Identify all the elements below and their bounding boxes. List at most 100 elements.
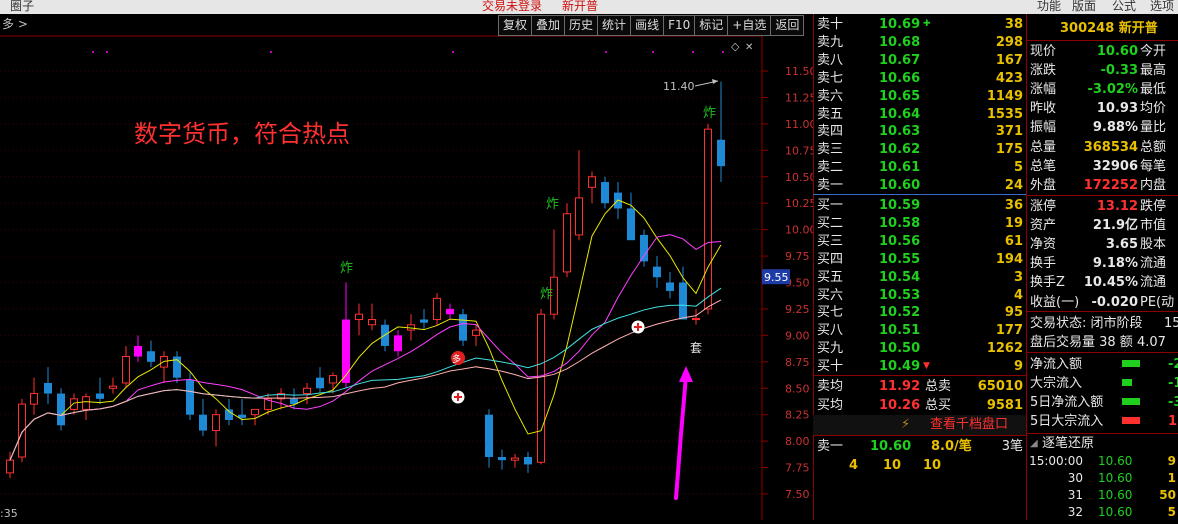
candle-body-up [18,403,26,458]
menu-item-layout[interactable]: 版面 [1072,0,1096,14]
ma20-line [9,287,722,461]
quote-info-panel: 300248 新开普 现价 10.60 今开 涨跌 -0.33 最高 涨幅 -3.02% 最低昨… [1026,14,1178,520]
mark-button[interactable]: 标记 [695,15,729,36]
trade-status-tail: 15 [1164,316,1178,331]
ask-level-row[interactable]: 卖二 10.61 5 [813,158,1026,177]
ask-level-row[interactable]: 卖八 10.67 167 [813,51,1026,70]
menu-item-options[interactable]: 选项 [1150,0,1174,14]
stat-label: 涨幅 [1030,82,1057,98]
back-button[interactable]: 返回 [771,15,805,36]
flow-value: -3 [1168,395,1178,410]
candle-body-down [524,456,532,465]
level-price: 10.62 [879,142,921,158]
ask-level-row[interactable]: 卖三 10.62 175 [813,140,1026,159]
flow-value: 1 [1168,414,1178,429]
candle-body-up [30,393,38,405]
stat-label: 涨停 [1030,199,1057,214]
ask-level-row[interactable]: 卖十 10.69 ✚ 38 [813,15,1026,34]
stat-label: 换手Z [1030,275,1065,291]
bid-level-row[interactable]: 买六 10.53 4 [813,286,1026,305]
signal-dot [652,51,654,53]
bid-level-row[interactable]: 买四 10.55 194 [813,250,1026,269]
level-volume: 423 [995,70,1023,86]
price-tick-label: 7.75 [785,462,810,475]
stat-label-right: 最高 [1140,63,1167,79]
stat-value: 9.18% [1092,256,1138,272]
expand-triangle-icon[interactable]: ◢ [1030,434,1038,453]
bid-level-row[interactable]: 买一 10.59 36 [813,196,1026,215]
draw-line-button[interactable]: 画线 [631,15,665,36]
level-label: 卖八 [817,52,844,68]
level-volume: 371 [995,124,1023,140]
level-label: 买八 [817,323,844,339]
statistics-button[interactable]: 统计 [598,15,632,36]
queue-row: 4 10 10 [813,456,1026,475]
plus-signal-bar-v [457,393,459,401]
depth-view-bar[interactable]: ⚡ 查看千档盘口 [813,415,1026,435]
view-depth-button[interactable]: 查看千档盘口 [930,415,1008,434]
kline-chart[interactable]: 11.50 11.25 11.00 10.75 10.50 10.25 10.00 9.75 9… [0,14,817,520]
price-tick-label: 10.25 [785,197,813,210]
menu-item-formula[interactable]: 公式 [1112,0,1136,14]
stat-row: 涨幅 -3.02% 最低 [1026,80,1178,99]
candle-body-up [368,319,376,326]
bid-level-row[interactable]: 买三 10.56 61 [813,232,1026,251]
bid-level-row[interactable]: 买七 10.52 95 [813,303,1026,322]
chart-toolbar: 复权 叠加 历史 统计 画线 F10 标记 +自选 返回 [498,15,805,36]
bid-level-row[interactable]: 买九 10.50 1262 [813,339,1026,358]
bid-level-row[interactable]: 买十 10.49 ▼ 9 [813,357,1026,376]
level-price: 10.58 [879,215,921,231]
history-button[interactable]: 历史 [565,15,599,36]
overlay-button[interactable]: 叠加 [532,15,566,36]
menu-item-function[interactable]: 功能 [1037,0,1061,14]
ask-level-row[interactable]: 卖四 10.63 371 [813,122,1026,141]
ask-level-row[interactable]: 卖七 10.66 423 [813,69,1026,88]
stat-label: 总量 [1030,139,1057,155]
zha-signal-mark: 炸 [340,261,353,276]
login-status[interactable]: 交易未登录 [482,0,542,14]
flow-label: 5日大宗流入 [1030,414,1104,429]
price-tick-label: 10.50 [785,171,813,184]
candle-body-down [679,282,687,320]
order-book: 卖十 10.69 ✚ 38 卖九 10.68 298 卖八 10.67 167 卖七 10.66 423… [813,14,1026,520]
current-price-label: 9.55 [764,271,789,284]
bid-level-row[interactable]: 买五 10.54 3 [813,268,1026,287]
ask-level-row[interactable]: 卖一 10.60 24 [813,176,1026,195]
price-tick-label: 11.50 [785,65,813,78]
price-tick-label: 8.50 [785,382,810,395]
adjust-button[interactable]: 复权 [498,15,533,36]
price-tick-label: 9.25 [785,303,810,316]
flow-bar [1122,398,1140,405]
ma10-line [9,234,722,461]
add-favorite-button[interactable]: +自选 [728,15,772,36]
kline-canvas[interactable]: 11.50 11.25 11.00 10.75 10.50 10.25 10.00 9.75 9… [0,14,817,520]
level-volume: 177 [995,323,1023,339]
level-volume: 24 [1004,178,1023,194]
ask-level-row[interactable]: 卖五 10.64 1535 [813,105,1026,124]
menu-item-circle[interactable]: 圈子 [10,0,34,14]
level-label: 买六 [817,287,844,303]
stat-label: 昨收 [1030,101,1057,117]
flow-bar [1122,417,1140,424]
plus-signal-bar-v [637,323,639,331]
candle-body-up [575,197,583,236]
ask-level-row[interactable]: 卖九 10.68 298 [813,33,1026,52]
layout-switch-label: 多 > [2,17,28,31]
tick-count: 3笔 [1001,439,1023,454]
tick-label: 卖一 [817,439,844,454]
stat-label: 收益(一) [1030,294,1080,310]
stat-row: 换手 9.18% 流通 [1026,254,1178,273]
f10-button[interactable]: F10 [664,15,696,36]
level-volume: 5 [1013,160,1023,176]
candle-body-down [44,382,52,394]
tick-header-row[interactable]: ◢ 逐笔还原 [1026,434,1178,453]
tick-time: 32 [1067,505,1083,519]
candle-body-up [109,385,117,389]
level-price: 10.65 [879,88,921,104]
bid-level-row[interactable]: 买二 10.58 19 [813,214,1026,233]
stat-label-right: PE(动 [1140,294,1175,310]
bid-level-row[interactable]: 买八 10.51 177 [813,321,1026,340]
level-price: 10.54 [879,269,921,285]
ask-level-row[interactable]: 卖六 10.65 1149 [813,87,1026,106]
price-tick-label: 8.00 [785,435,810,448]
